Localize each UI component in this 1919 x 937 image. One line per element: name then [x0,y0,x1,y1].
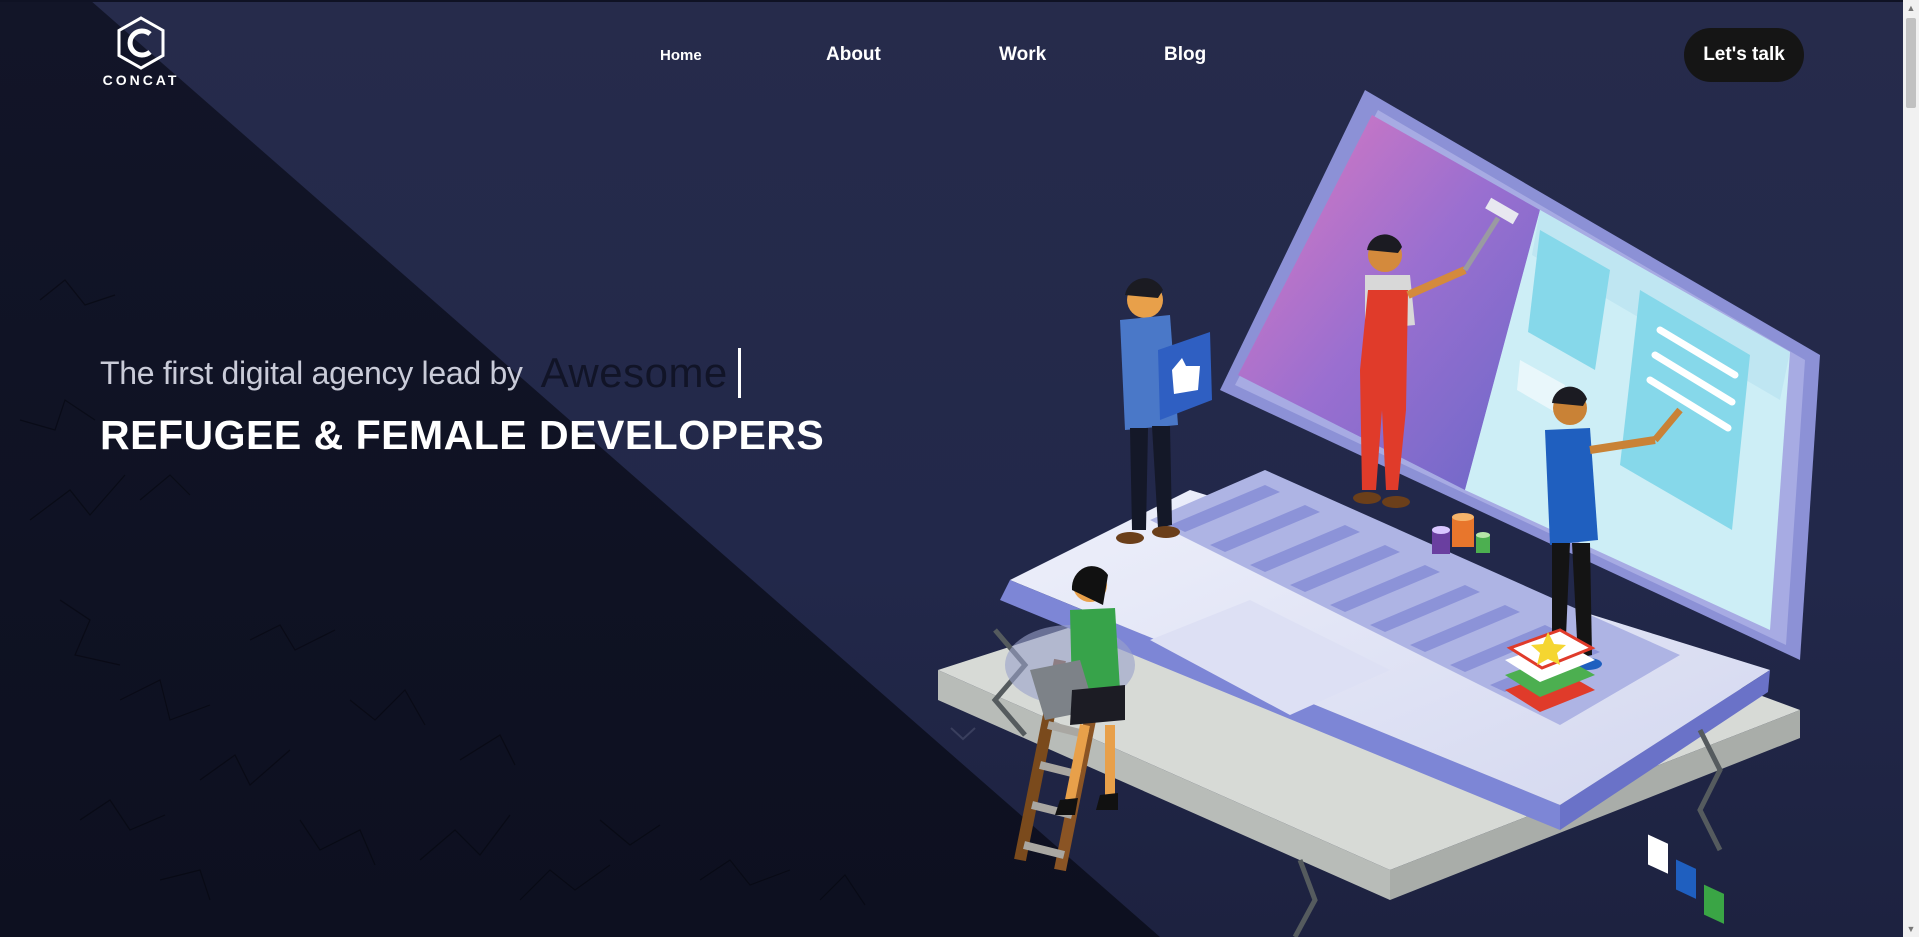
brand-name: CONCAT [102,72,180,88]
vertical-scrollbar[interactable]: ▲ ▼ [1903,0,1919,937]
paint-cans [1432,513,1490,554]
scroll-up-arrow-icon[interactable]: ▲ [1903,0,1919,16]
nav-link-work[interactable]: Work [999,44,1046,66]
nav-link-blog[interactable]: Blog [1164,44,1206,66]
scrollbar-thumb[interactable] [1906,18,1916,108]
nav-link-home[interactable]: Home [660,47,702,64]
hero-tagline: The first digital agency lead by [100,354,523,391]
scroll-down-arrow-icon[interactable]: ▼ [1903,921,1919,937]
nav-link-about[interactable]: About [826,44,881,66]
hero-headline: REFUGEE & FEMALE DEVELOPERS [100,412,825,458]
hexagon-c-logo-icon [117,16,165,70]
window-top-border [0,0,1919,2]
typed-word: Awesome [540,349,728,396]
brand-logo[interactable]: CONCAT [98,16,184,90]
isometric-laptop-team-illustration [938,90,1820,937]
page: CONCAT Home About Work Blog Let's talk T… [0,0,1903,937]
hero-tagline-row: The first digital agency lead by Awesome [100,348,741,398]
typing-cursor [737,348,741,398]
